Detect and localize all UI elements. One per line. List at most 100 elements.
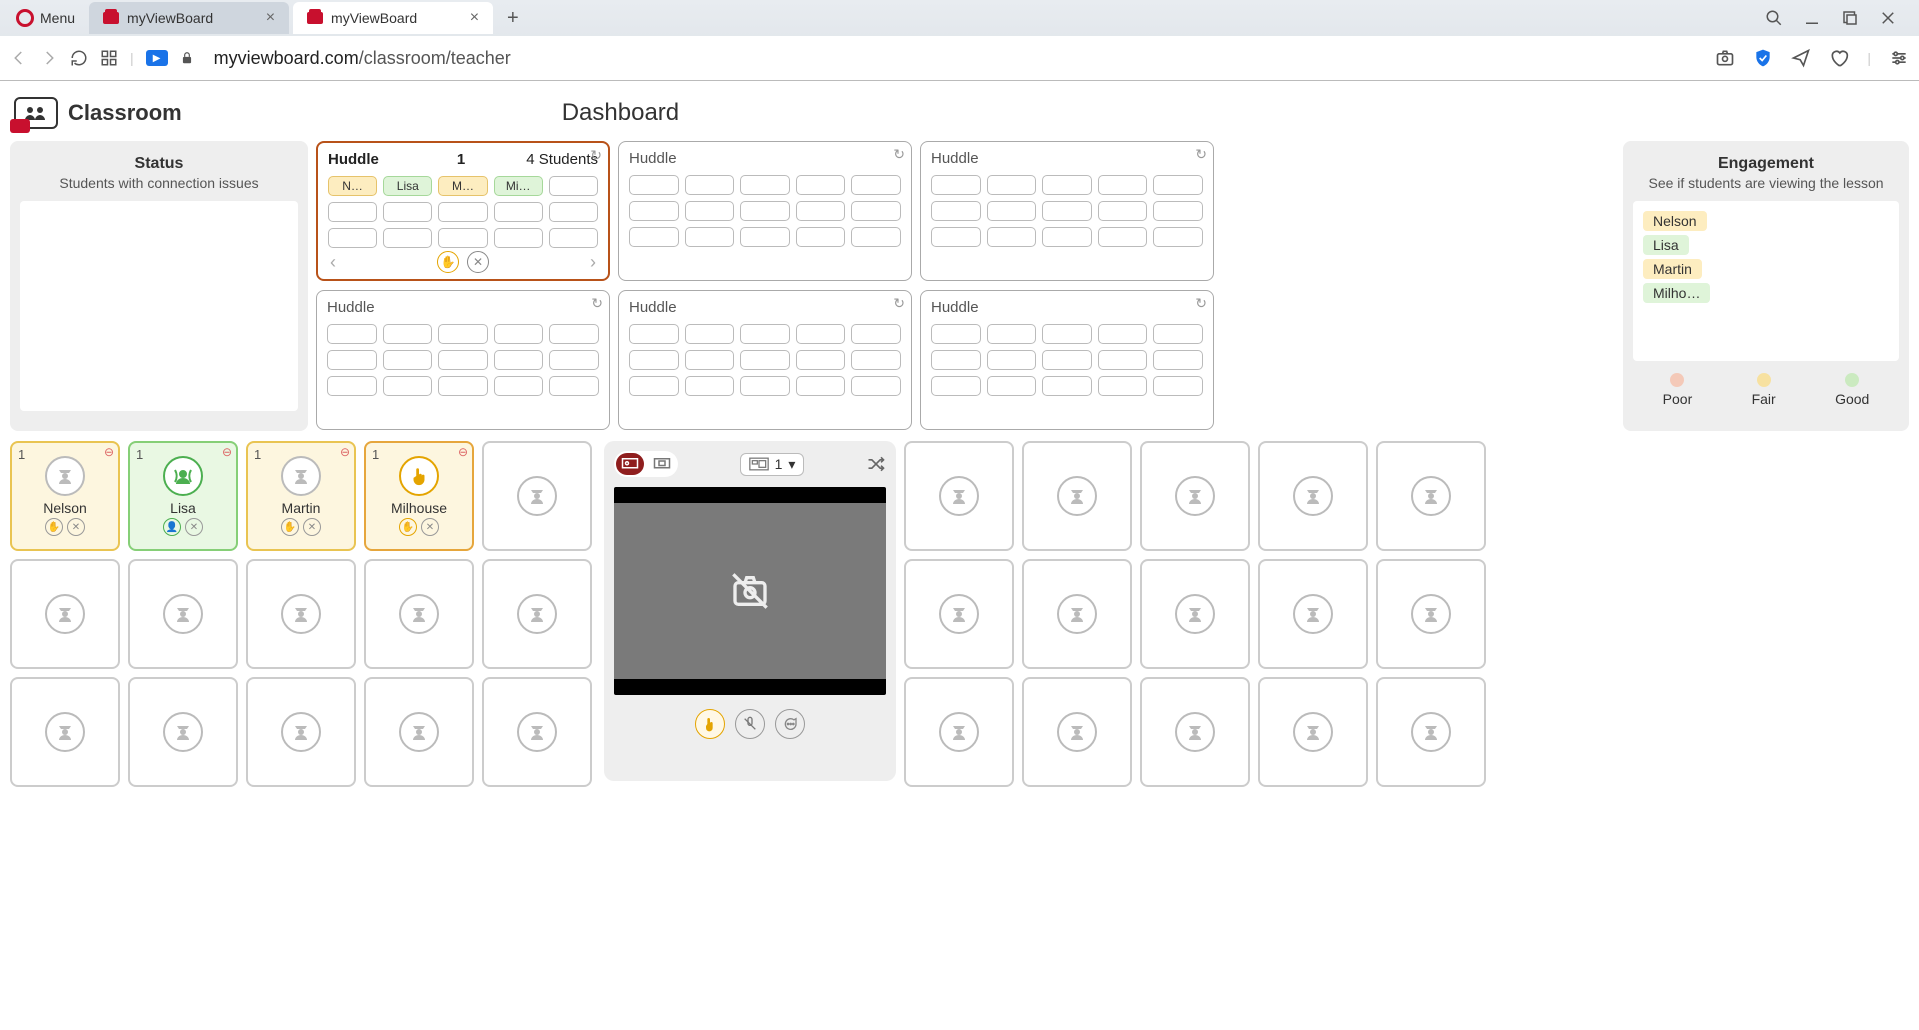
search-icon[interactable]	[1765, 9, 1783, 27]
student-action-2-icon[interactable]: ✕	[67, 518, 85, 536]
student-card[interactable]: 1 ⊖ Lisa 👤 ✕	[128, 441, 238, 551]
student-card[interactable]	[482, 677, 592, 787]
student-card[interactable]	[246, 559, 356, 669]
snapshot-icon[interactable]	[1715, 48, 1735, 68]
close-window-icon[interactable]	[1879, 9, 1897, 27]
student-card[interactable]: 1 ⊖ Milhouse ✋ ✕	[364, 441, 474, 551]
remove-student-icon[interactable]: ⊖	[104, 445, 114, 459]
shuffle-button[interactable]	[866, 454, 886, 474]
student-card[interactable]	[1022, 677, 1132, 787]
huddle-slot[interactable]: Mi…	[494, 176, 543, 196]
maximize-icon[interactable]	[1841, 9, 1859, 27]
huddle-slot[interactable]: Lisa	[383, 176, 432, 196]
browser-tab-0[interactable]: myViewBoard ×	[89, 2, 289, 34]
refresh-icon[interactable]: ↻	[893, 146, 905, 163]
student-card[interactable]	[1376, 441, 1486, 551]
student-card[interactable]	[1376, 677, 1486, 787]
video-popup-icon[interactable]: ▶	[146, 50, 168, 66]
minimize-icon[interactable]	[1803, 9, 1821, 27]
tab-close-icon[interactable]: ×	[470, 9, 479, 27]
hand-icon[interactable]: ✋	[437, 251, 459, 273]
chat-button[interactable]	[775, 709, 805, 739]
student-card[interactable]	[1140, 559, 1250, 669]
lock-icon[interactable]	[180, 51, 194, 65]
student-card[interactable]: 1 ⊖ Martin ✋ ✕	[246, 441, 356, 551]
student-action-1-icon[interactable]: ✋	[399, 518, 417, 536]
student-card[interactable]	[10, 677, 120, 787]
student-card[interactable]	[904, 559, 1014, 669]
refresh-icon[interactable]: ↻	[1195, 146, 1207, 163]
huddle-card[interactable]: ↻ Huddle	[618, 141, 912, 281]
student-card[interactable]	[10, 559, 120, 669]
student-card[interactable]	[1140, 677, 1250, 787]
student-action-2-icon[interactable]: ✕	[303, 518, 321, 536]
student-card[interactable]	[364, 677, 474, 787]
send-icon[interactable]	[1791, 48, 1811, 68]
engagement-chip[interactable]: Nelson	[1643, 211, 1707, 231]
huddle-card[interactable]: ↻ Huddle	[618, 290, 912, 430]
video-preview[interactable]	[614, 487, 886, 695]
refresh-icon[interactable]: ↻	[893, 295, 905, 312]
remove-student-icon[interactable]: ⊖	[340, 445, 350, 459]
student-card[interactable]	[128, 559, 238, 669]
refresh-icon[interactable]: ↻	[1195, 295, 1207, 312]
chevron-right-icon[interactable]: ›	[590, 252, 596, 273]
student-action-2-icon[interactable]: ✕	[185, 518, 203, 536]
opera-menu-button[interactable]: Menu	[6, 4, 85, 32]
new-tab-button[interactable]: +	[497, 7, 529, 30]
nav-back-icon[interactable]	[10, 49, 28, 67]
student-action-2-icon[interactable]: ✕	[421, 518, 439, 536]
student-card[interactable]	[482, 559, 592, 669]
view-mode-grid-button[interactable]	[648, 453, 676, 475]
reload-icon[interactable]	[70, 49, 88, 67]
huddle-card[interactable]: ↻ Huddle	[316, 290, 610, 430]
chevron-left-icon[interactable]: ‹	[330, 252, 336, 273]
huddle-card[interactable]: ↻ Huddle	[920, 290, 1214, 430]
easy-setup-icon[interactable]	[1889, 48, 1909, 68]
huddle-card[interactable]: ↻ Huddle	[920, 141, 1214, 281]
view-mode-present-button[interactable]	[616, 453, 644, 475]
huddle-slot[interactable]: N…	[328, 176, 377, 196]
engagement-chip[interactable]: Martin	[1643, 259, 1702, 279]
remove-student-icon[interactable]: ⊖	[222, 445, 232, 459]
student-card[interactable]	[1258, 559, 1368, 669]
student-card[interactable]	[1376, 559, 1486, 669]
close-huddle-icon[interactable]: ✕	[467, 251, 489, 273]
huddle-card[interactable]: ↻ Huddle 1 4 Students N…LisaM…Mi… ‹ ✋ ✕ …	[316, 141, 610, 281]
student-card[interactable]	[1258, 677, 1368, 787]
engagement-chip[interactable]: Lisa	[1643, 235, 1689, 255]
student-card[interactable]	[1022, 441, 1132, 551]
mute-button[interactable]	[735, 709, 765, 739]
student-card[interactable]	[128, 677, 238, 787]
address-bar[interactable]: myviewboard.com/classroom/teacher	[214, 48, 511, 69]
layout-selector[interactable]: 1 ▾	[740, 453, 805, 476]
student-card[interactable]	[1022, 559, 1132, 669]
huddle-slot[interactable]: M…	[438, 176, 487, 196]
raise-hand-button[interactable]	[695, 709, 725, 739]
student-card[interactable]	[246, 677, 356, 787]
engagement-chip[interactable]: Milho…	[1643, 283, 1710, 303]
student-card[interactable]	[904, 441, 1014, 551]
refresh-icon[interactable]: ↻	[591, 295, 603, 312]
remove-student-icon[interactable]: ⊖	[458, 445, 468, 459]
huddle-slot	[494, 202, 543, 222]
student-name: Lisa	[170, 500, 196, 516]
opera-logo-icon	[16, 9, 34, 27]
student-action-1-icon[interactable]: ✋	[281, 518, 299, 536]
student-card[interactable]	[364, 559, 474, 669]
refresh-icon[interactable]: ↻	[590, 147, 602, 164]
speed-dial-icon[interactable]	[100, 49, 118, 67]
browser-tab-1[interactable]: myViewBoard ×	[293, 2, 493, 34]
student-card[interactable]: 1 ⊖ Nelson ✋ ✕	[10, 441, 120, 551]
huddle-slot	[1153, 324, 1203, 344]
student-action-1-icon[interactable]: ✋	[45, 518, 63, 536]
adblock-shield-icon[interactable]	[1753, 48, 1773, 68]
heart-icon[interactable]	[1829, 48, 1849, 68]
student-card[interactable]	[904, 677, 1014, 787]
student-card[interactable]	[1258, 441, 1368, 551]
tab-close-icon[interactable]: ×	[266, 9, 275, 27]
student-card[interactable]	[1140, 441, 1250, 551]
student-action-1-icon[interactable]: 👤	[163, 518, 181, 536]
student-card[interactable]	[482, 441, 592, 551]
nav-forward-icon[interactable]	[40, 49, 58, 67]
